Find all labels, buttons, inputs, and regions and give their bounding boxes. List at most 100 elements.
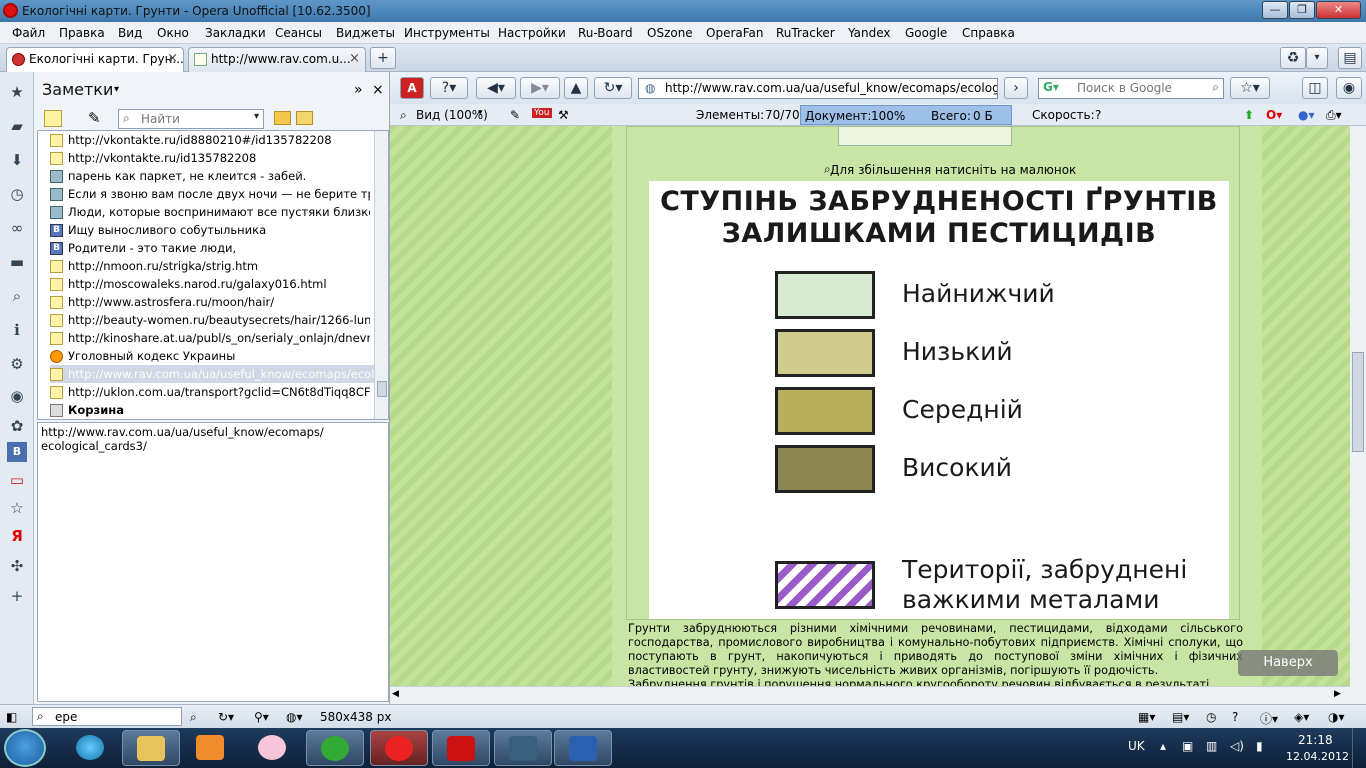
list-item[interactable]: http://vkontakte.ru/id8880210#/id1357822… (50, 131, 370, 149)
taskbar-word[interactable] (554, 730, 612, 766)
minimize-button[interactable]: — (1262, 1, 1288, 19)
list-item[interactable]: http://nmoon.ru/strigka/strig.htm (50, 257, 370, 275)
list-item[interactable]: В Ищу выносливого собутыльника (50, 221, 370, 239)
menu-tools[interactable]: Инструменты (404, 26, 490, 40)
tray-icon[interactable]: ▣ (1182, 739, 1193, 753)
menu-yandex[interactable]: Yandex (848, 26, 891, 40)
tab-ecomaps[interactable]: Екологічні карти. Грун... × (6, 47, 184, 72)
menu-sessions[interactable]: Сеансы (275, 26, 322, 40)
opera-o-icon[interactable]: O▾ (1266, 108, 1282, 122)
back-button[interactable]: ◀▾ (476, 77, 516, 99)
chevron-down-icon[interactable]: ▾ (1306, 47, 1328, 69)
document-icon[interactable]: ▤▾ (1172, 710, 1189, 724)
help-icon[interactable]: ? (1232, 710, 1238, 724)
eye-icon[interactable]: ◉ (1336, 77, 1362, 99)
show-desktop-button[interactable] (1352, 728, 1366, 768)
page-vertical-scrollbar[interactable] (1350, 126, 1366, 704)
taskbar-utorrent[interactable] (306, 730, 364, 766)
list-item[interactable]: Если я звоню вам после двух ночи — не бе… (50, 185, 370, 203)
up-button[interactable]: ▲ (564, 77, 588, 99)
new-folder-icon[interactable] (296, 111, 313, 125)
menu-file[interactable]: Файл (12, 26, 45, 40)
list-item[interactable]: В Родители - это такие люди, (50, 239, 370, 257)
proxy-icon[interactable]: ✎ (510, 108, 520, 122)
trash-folder[interactable]: ▶Корзина (50, 401, 370, 419)
scroll-left-icon[interactable]: ◀ (392, 689, 399, 699)
notes-scrollbar[interactable] (374, 131, 388, 419)
clock-icon[interactable]: ◷ (1206, 710, 1216, 724)
legend-image[interactable]: СТУПІНЬ ЗАБРУДНЕНОСТІ ҐРУНТІВ ЗАЛИШКАМИ … (649, 181, 1229, 619)
expand-icon[interactable]: » (354, 82, 363, 98)
scroll-thumb[interactable] (377, 381, 387, 397)
vk-panel-icon[interactable]: В (7, 442, 27, 462)
find-in-page-input[interactable]: ⌕ ере (32, 707, 182, 726)
menu-edit[interactable]: Правка (59, 26, 105, 40)
close-tab-icon[interactable]: × (349, 51, 360, 66)
search-panel-icon[interactable]: ⌕ (7, 286, 27, 306)
maximize-button[interactable]: ❐ (1289, 1, 1315, 19)
reload-button[interactable]: ↻▾ (594, 77, 632, 99)
search-icon[interactable]: ⌕ (190, 710, 197, 725)
bookmark-star-button[interactable]: ☆▾ (1230, 77, 1270, 99)
downloads-panel-icon[interactable]: ⬇ (7, 150, 27, 170)
language-indicator[interactable]: UK (1128, 739, 1145, 753)
menu-ruboard[interactable]: Ru-Board (578, 26, 633, 40)
panel-toggle-icon[interactable]: ◫ (1302, 77, 1328, 99)
menu-bookmarks[interactable]: Закладки (205, 26, 266, 40)
go-button[interactable]: › (1004, 77, 1028, 99)
menu-operafan[interactable]: OperaFan (706, 26, 764, 40)
menu-widgets[interactable]: Виджеты (336, 26, 395, 40)
list-item[interactable]: http://moscowaleks.narod.ru/galaxy016.ht… (50, 275, 370, 293)
list-item[interactable]: парень как паркет, не клеится - забей. (50, 167, 370, 185)
fan-panel-icon[interactable]: ✣ (7, 556, 27, 576)
taskbar-media[interactable] (182, 730, 240, 766)
history-panel-icon[interactable]: ◷ (7, 184, 27, 204)
scroll-thumb[interactable] (1352, 352, 1364, 452)
plugin-panel-icon[interactable]: ✿ (7, 416, 27, 436)
pdf-icon[interactable]: A (400, 77, 424, 99)
menu-google[interactable]: Google (905, 26, 947, 40)
back-to-top-button[interactable]: Наверх (1238, 650, 1338, 676)
menu-help[interactable]: Справка (962, 26, 1015, 40)
notes-title[interactable]: Заметки (42, 80, 113, 99)
forward-button[interactable]: ▶▾ (520, 77, 560, 99)
info-button[interactable]: ?▾ (430, 77, 468, 99)
close-button[interactable]: ✕ (1316, 1, 1361, 19)
menu-settings[interactable]: Настройки (498, 26, 566, 40)
network-icon[interactable]: ⚲▾ (254, 710, 269, 724)
chevron-down-icon[interactable]: ▾ (254, 111, 259, 122)
search-input[interactable]: G▾ Поиск в Google ⌕ (1038, 78, 1224, 99)
address-field[interactable]: ◍ http://www.rav.com.ua/ua/useful_know/e… (638, 78, 998, 99)
list-item-selected[interactable]: http://www.rav.com.ua/ua/useful_know/eco… (50, 365, 382, 383)
arrow-up-icon[interactable]: ⬆ (1244, 108, 1254, 122)
settings-panel-icon[interactable]: ⚙ (7, 354, 27, 374)
page-horizontal-scrollbar[interactable]: ◀ ▶ (390, 686, 1350, 704)
refresh-icon[interactable]: ↻▾ (218, 710, 234, 724)
taskbar-monitor[interactable] (494, 730, 552, 766)
notes-panel-icon[interactable]: ▰ (7, 116, 27, 136)
notes-find-input[interactable]: ⌕ Найти ▾ (118, 109, 264, 129)
close-icon[interactable]: × (372, 82, 384, 98)
list-item[interactable]: Уголовный кодекс Украины (50, 347, 370, 365)
star-panel-icon[interactable]: ☆ (7, 498, 27, 518)
zoom-caption[interactable]: Для збільшення натисніть на малюнок (830, 163, 1076, 177)
image-icon[interactable]: ◍▾ (286, 710, 303, 724)
print-icon[interactable]: ⎙▾ (1326, 108, 1342, 123)
volume-icon[interactable]: ◁) (1230, 739, 1244, 753)
info-icon[interactable]: ⓘ▾ (1260, 710, 1278, 727)
taskbar-ie[interactable] (62, 730, 120, 766)
tab-menu-icon[interactable]: ▤ (1338, 47, 1362, 69)
panel-toggle-icon[interactable]: ◧ (6, 710, 17, 724)
list-item[interactable]: http://www.astrosfera.ru/moon/hair/ (50, 293, 370, 311)
trash-icon[interactable]: ♻ (1280, 47, 1306, 69)
list-item[interactable]: Люди, которые воспринимают все пустяки б… (50, 203, 370, 221)
youtube-icon[interactable]: You (532, 108, 552, 118)
wrench-icon[interactable]: ⚒ (558, 108, 569, 122)
clock-time[interactable]: 21:18 (1298, 733, 1333, 747)
folder-icon[interactable] (274, 111, 291, 125)
calendar-panel-icon[interactable]: ▭ (7, 470, 27, 490)
bookmarks-panel-icon[interactable]: ★ (7, 82, 27, 102)
yandex-panel-icon[interactable]: Я (7, 526, 27, 546)
unite-icon[interactable]: ●▾ (1298, 108, 1315, 122)
taskbar-app[interactable] (244, 730, 302, 766)
